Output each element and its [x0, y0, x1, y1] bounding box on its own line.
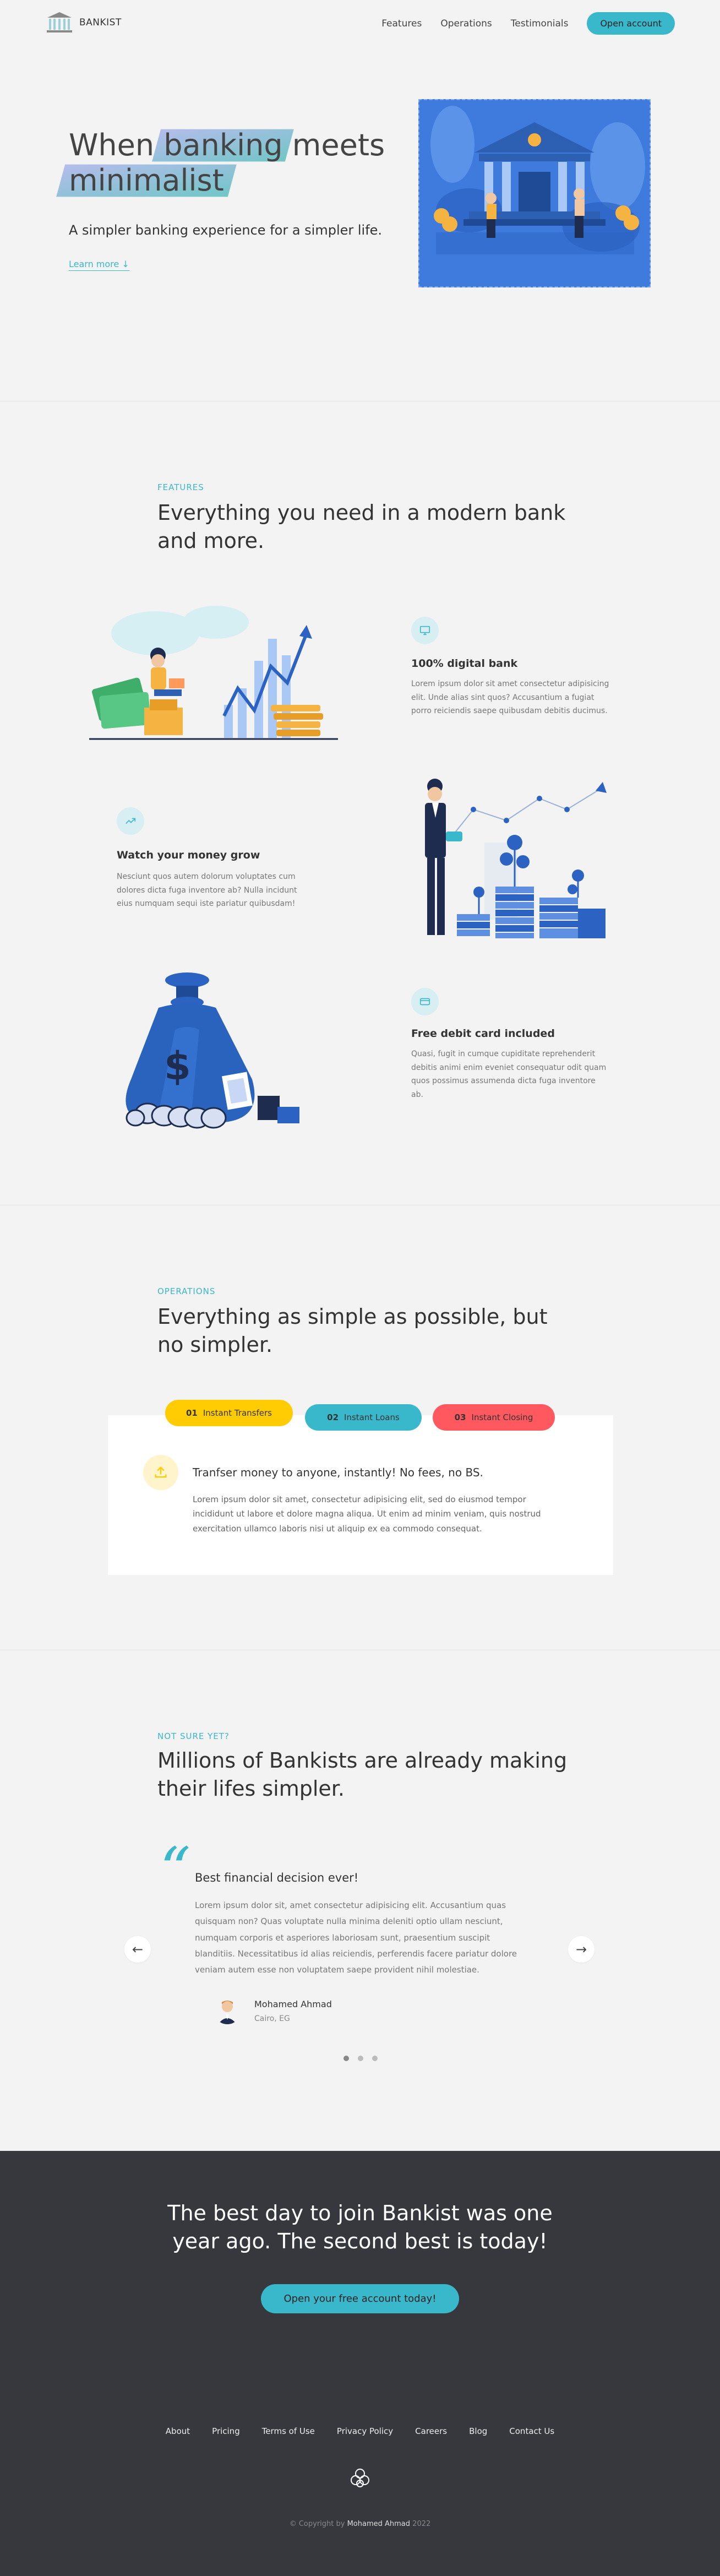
footer-link-privacy[interactable]: Privacy Policy — [337, 2426, 393, 2436]
brand-logo[interactable]: BANKIST — [45, 11, 122, 34]
footer-link-blog[interactable]: Blog — [469, 2426, 487, 2436]
brand-symbol-icon — [351, 2469, 369, 2487]
features-label: Features — [157, 482, 204, 492]
feature-icon-growth — [117, 807, 144, 835]
digital-bank-illustration — [89, 600, 338, 749]
top-navigation: BANKIST Features Operations Testimonials… — [0, 0, 720, 45]
features-title: Everything you need in a modern bank and… — [157, 501, 566, 553]
slider-dot[interactable] — [372, 2056, 378, 2061]
slider-dots — [343, 2056, 378, 2061]
footer-links: About Pricing Terms of Use Privacy Polic… — [0, 2426, 720, 2436]
slider-next-button[interactable]: → — [568, 1936, 594, 1963]
footer-link-pricing[interactable]: Pricing — [212, 2426, 240, 2436]
money-bag-icon: $ — [126, 972, 299, 1129]
signup-section: The best day to join Bankist was one yea… — [0, 2151, 720, 2371]
avatar — [214, 1997, 241, 2024]
tab-label: Instant Loans — [344, 1412, 400, 1422]
signup-title: The best day to join Bankist was one yea… — [167, 2201, 553, 2254]
open-account-button[interactable]: Open account — [587, 12, 675, 35]
copyright-prefix: © Copyright by — [289, 2520, 345, 2528]
hero-title-word: meets — [292, 128, 385, 162]
testimonial-author: Mohamed Ahmad — [254, 1999, 332, 2009]
quote-mark-icon: “ — [160, 1834, 191, 1905]
testimonial-text: Lorem ipsum dolor sit, amet consectetur … — [195, 1900, 517, 1975]
hero-title-highlight: minimalist — [69, 162, 224, 198]
operations-title: Everything as simple as possible, but no… — [157, 1305, 548, 1357]
feature-heading: 100% digital bank — [411, 657, 518, 670]
hero-title: When banking meets minimalist — [69, 128, 410, 198]
tab-instant-transfers[interactable]: 01 Instant Transfers — [165, 1400, 293, 1426]
testimonial-location: Cairo, EG — [254, 2014, 290, 2023]
feature-heading: Watch your money grow — [117, 849, 260, 861]
chart-growth-icon — [89, 606, 338, 740]
plants-coins-icon — [425, 779, 607, 938]
person-avatar-icon — [218, 2001, 237, 2024]
copyright: © Copyright by Mohamed Ahmad 2022 — [0, 2520, 720, 2528]
upload-icon — [155, 1466, 167, 1478]
feature-icon-digital — [411, 617, 439, 644]
learn-more-link[interactable]: Learn more ↓ — [69, 259, 129, 271]
operation-heading: Tranfser money to anyone, instantly! No … — [193, 1466, 483, 1479]
slider-dot-active[interactable] — [343, 2056, 349, 2061]
tab-instant-closing[interactable]: 03 Instant Closing — [433, 1404, 555, 1431]
hero-title-highlight: banking — [163, 128, 283, 162]
nav-link-features[interactable]: Features — [381, 18, 422, 29]
arrow-right-icon: → — [575, 1942, 587, 1957]
bank-logo-icon — [47, 12, 72, 32]
hero-subtitle: A simpler banking experience for a simpl… — [69, 222, 383, 238]
testimonials-label: Not sure yet? — [157, 1731, 230, 1741]
testimonial-heading: Best financial decision ever! — [195, 1871, 359, 1884]
footer-logo — [348, 2466, 372, 2490]
tab-label: Instant Closing — [471, 1412, 533, 1422]
feature-text: Nesciunt quos autem dolorum voluptates c… — [117, 872, 297, 908]
footer: About Pricing Terms of Use Privacy Polic… — [0, 2371, 720, 2576]
feature-icon-card — [411, 988, 439, 1015]
footer-link-about[interactable]: About — [166, 2426, 190, 2436]
tab-number: 01 — [186, 1408, 198, 1418]
footer-link-careers[interactable]: Careers — [415, 2426, 447, 2436]
credit-card-icon — [419, 998, 430, 1006]
operation-text: Lorem ipsum dolor sit amet, consectetur … — [193, 1494, 541, 1534]
bank-building-icon — [430, 106, 645, 254]
tab-instant-loans[interactable]: 02 Instant Loans — [305, 1404, 422, 1431]
open-free-account-button[interactable]: Open your free account today! — [261, 2284, 459, 2313]
copyright-year: 2022 — [412, 2520, 431, 2528]
footer-link-contact[interactable]: Contact Us — [509, 2426, 554, 2436]
slider-dot[interactable] — [358, 2056, 363, 2061]
arrow-left-icon: ← — [132, 1942, 144, 1957]
transfer-icon-circle — [143, 1455, 178, 1490]
nav-link-operations[interactable]: Operations — [440, 18, 492, 29]
trend-up-icon — [126, 818, 136, 824]
nav-links: Features Operations Testimonials Open ac… — [381, 12, 675, 35]
money-bag-illustration: $ — [126, 969, 305, 1129]
svg-text:$: $ — [164, 1044, 191, 1089]
feature-heading: Free debit card included — [411, 1028, 555, 1040]
tab-label: Instant Transfers — [203, 1408, 272, 1418]
money-grow-illustration — [402, 776, 607, 945]
feature-text: Quasi, fugit in cumque cupiditate repreh… — [411, 1050, 607, 1099]
copyright-name[interactable]: Mohamed Ahmad — [347, 2520, 410, 2528]
monitor-icon — [419, 626, 430, 635]
nav-link-testimonials[interactable]: Testimonials — [511, 18, 569, 29]
hero-bank-illustration — [418, 99, 651, 287]
tab-number: 03 — [454, 1412, 466, 1422]
slider-prev-button[interactable]: ← — [124, 1936, 151, 1963]
brand-name: BANKIST — [79, 17, 122, 28]
testimonials-title: Millions of Bankists are already making … — [157, 1748, 568, 1801]
footer-link-terms[interactable]: Terms of Use — [262, 2426, 315, 2436]
tab-number: 02 — [327, 1412, 339, 1422]
hero-title-word: When — [69, 128, 155, 162]
operations-label: Operations — [157, 1286, 216, 1296]
feature-text: Lorem ipsum dolor sit amet consectetur a… — [411, 680, 609, 715]
